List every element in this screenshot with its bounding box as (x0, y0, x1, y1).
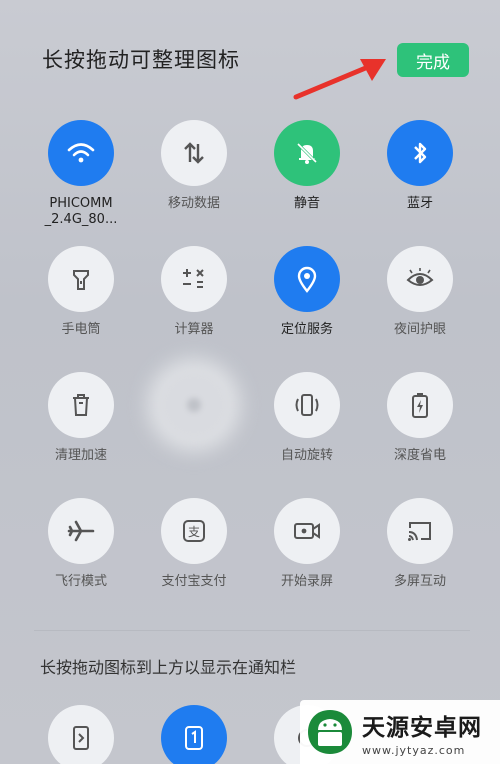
quick-tile-label: 支付宝支付 (161, 574, 227, 589)
quick-tile-battery[interactable]: 深度省电 (364, 372, 476, 464)
quick-tile-label: 手电筒 (61, 322, 101, 337)
quick-tile-dragging[interactable] (138, 372, 250, 448)
quick-tile-label: 夜间护眼 (393, 322, 446, 337)
quick-tile-label: 多屏互动 (393, 574, 446, 589)
quick-tile-mute-bell[interactable]: 静音 (251, 120, 363, 212)
quick-tile-flashlight[interactable]: 手电筒 (25, 246, 137, 338)
quick-tile-button[interactable] (161, 246, 227, 312)
android-logo-icon (308, 710, 352, 754)
quick-tile-wifi[interactable]: PHICOMM _2.4G_80... (25, 120, 137, 228)
quick-tile-eye[interactable]: 夜间护眼 (364, 246, 476, 338)
watermark-url: www.jytyaz.com (362, 743, 466, 757)
quick-tile-button[interactable] (387, 372, 453, 438)
quick-tile-label: 蓝牙 (406, 196, 433, 211)
alipay-icon: 支 (181, 518, 207, 544)
airplane-icon (67, 518, 95, 544)
quick-tile-label: 开始录屏 (280, 574, 333, 589)
quick-tile-label: 深度省电 (393, 448, 446, 463)
quick-tile-button[interactable] (48, 498, 114, 564)
cast-icon (406, 519, 434, 543)
page-title: 长按拖动可整理图标 (42, 48, 240, 72)
quick-tile-label: 静音 (293, 196, 320, 211)
quick-tile-button[interactable] (161, 120, 227, 186)
quick-tile-button[interactable] (274, 246, 340, 312)
phone-swap-icon (73, 726, 89, 750)
quick-tile-button[interactable] (161, 372, 227, 438)
quick-tile-location[interactable]: 定位服务 (251, 246, 363, 338)
watermark-name: 天源安卓网 (362, 714, 482, 741)
eye-icon (406, 268, 434, 290)
quick-tile-button[interactable] (48, 246, 114, 312)
available-tile-phone[interactable] (48, 705, 114, 764)
bluetooth-icon (410, 139, 430, 167)
quick-tile-button[interactable] (387, 498, 453, 564)
quick-tile-label: 移动数据 (167, 196, 220, 211)
quick-tile-button[interactable] (274, 120, 340, 186)
quick-tile-label: 飞行模式 (54, 574, 107, 589)
mute-bell-icon (294, 140, 320, 166)
flashlight-icon (70, 266, 92, 292)
quick-tile-screen-record[interactable]: 开始录屏 (251, 498, 363, 590)
mobile-data-icon (182, 140, 206, 166)
quick-tile-button[interactable] (387, 120, 453, 186)
watermark: 天源安卓网 www.jytyaz.com (300, 700, 500, 764)
quick-tile-alipay[interactable]: 支支付宝支付 (138, 498, 250, 590)
quick-tile-button[interactable] (48, 372, 114, 438)
section-subtitle: 长按拖动图标到上方以显示在通知栏 (40, 658, 297, 677)
quick-tile-label: PHICOMM _2.4G_80... (44, 196, 118, 227)
quick-tile-bluetooth[interactable]: 蓝牙 (364, 120, 476, 212)
section-divider (34, 630, 470, 631)
quick-tile-button[interactable]: 支 (161, 498, 227, 564)
quick-tile-label: 自动旋转 (280, 448, 333, 463)
available-tile-sim[interactable] (161, 705, 227, 764)
trash-icon (70, 392, 92, 418)
quick-tile-label: 定位服务 (280, 322, 333, 337)
calculator-icon (181, 266, 207, 292)
quick-tile-label: 计算器 (174, 322, 214, 337)
done-button[interactable]: 完成 (397, 43, 469, 77)
quick-tile-airplane[interactable]: 飞行模式 (25, 498, 137, 590)
header: 长按拖动可整理图标 完成 (0, 0, 500, 110)
dragging-icon (181, 392, 207, 418)
quick-tile-button[interactable] (274, 372, 340, 438)
red-arrow-annotation (293, 59, 386, 100)
sim-card-icon (185, 726, 203, 750)
quick-tile-rotate[interactable]: 自动旋转 (251, 372, 363, 464)
quick-tile-cast[interactable]: 多屏互动 (364, 498, 476, 590)
battery-icon (410, 391, 430, 419)
quick-tile-button[interactable] (387, 246, 453, 312)
quick-tile-calculator[interactable]: 计算器 (138, 246, 250, 338)
screen-record-icon (293, 519, 321, 543)
quick-tile-mobile-data[interactable]: 移动数据 (138, 120, 250, 212)
wifi-icon (66, 141, 96, 165)
rotate-icon (293, 392, 321, 418)
quick-tile-trash[interactable]: 清理加速 (25, 372, 137, 464)
quick-tile-label: 清理加速 (54, 448, 107, 463)
quick-tile-button[interactable] (274, 498, 340, 564)
location-icon (296, 265, 318, 293)
svg-text:支: 支 (188, 525, 200, 539)
quick-tile-button[interactable] (48, 120, 114, 186)
